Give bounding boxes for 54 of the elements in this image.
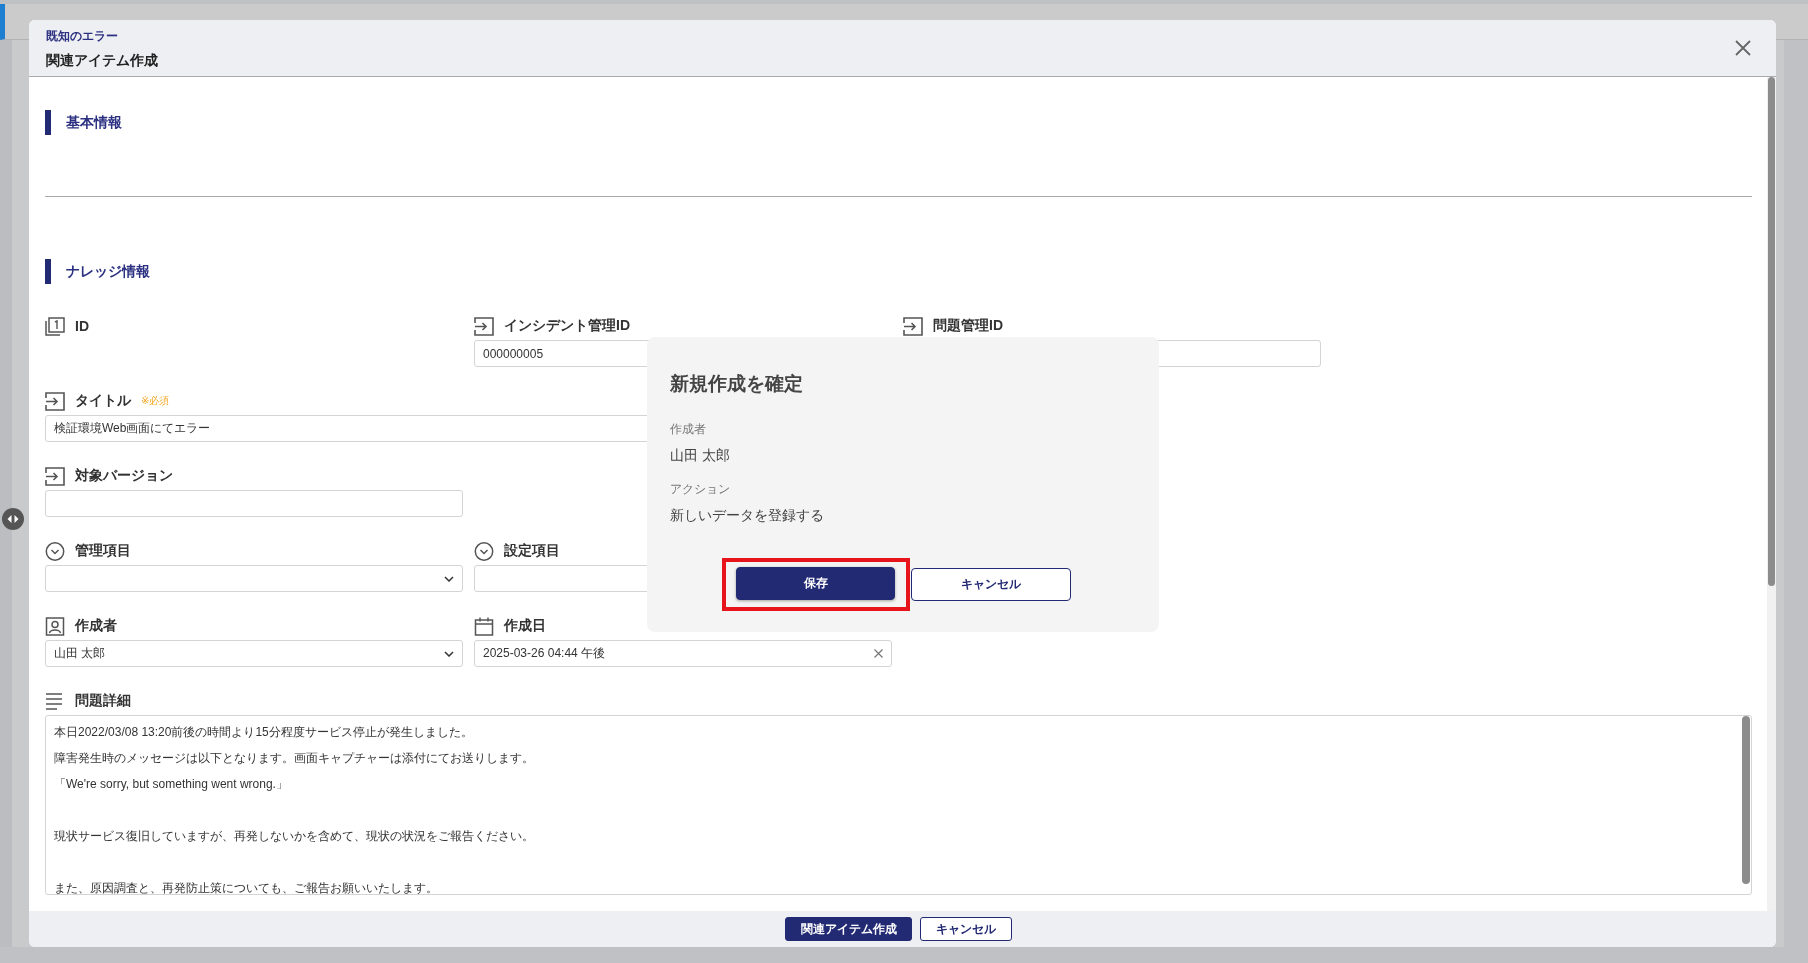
field-label: 問題管理ID (933, 317, 1003, 335)
save-button[interactable]: 保存 (736, 567, 895, 600)
section-title: 基本情報 (66, 113, 122, 132)
chevron-down-icon[interactable] (444, 650, 454, 657)
text-line: 現状サービス復旧していますが、再発しないかを含めて、現状の状況をご報告ください。 (54, 828, 534, 845)
text-line: 「We're sorry, but something went wrong.」 (54, 776, 288, 793)
section-title: ナレッジ情報 (66, 262, 150, 281)
field-label: 対象バージョン (75, 467, 173, 485)
field-label: 作成日 (504, 617, 546, 635)
chevron-circle-icon (474, 541, 494, 561)
dialog-title: 新規作成を確定 (670, 372, 803, 396)
text-line: 本日2022/03/08 13:20前後の時間より15分程度サービス停止が発生しました。 (54, 724, 473, 741)
date-field[interactable]: 2025-03-26 04:44 午後 (474, 640, 892, 667)
breadcrumb: 既知のエラー (46, 28, 118, 45)
text-field[interactable] (45, 490, 463, 517)
cancel-button[interactable]: キャンセル (911, 568, 1071, 601)
field-label: インシデント管理ID (504, 317, 630, 335)
arrow-in-box-icon (45, 391, 65, 411)
field-label: ID (75, 318, 89, 334)
resize-handle-icon[interactable] (2, 508, 24, 530)
text-line: また、原因調査と、再発防止策についても、ご報告お願いいたします。 (54, 880, 438, 894)
scrollbar[interactable] (1767, 77, 1776, 911)
numbered-square-icon (45, 316, 65, 336)
field-label: 作成者 (75, 617, 117, 635)
detail-value: 新しいデータを登録する (670, 506, 824, 525)
chevron-circle-icon (45, 541, 65, 561)
arrow-in-box-icon (45, 466, 65, 486)
field-label: 設定項目 (504, 542, 560, 560)
chevron-down-icon[interactable] (444, 575, 454, 582)
text-line: 障害発生時のメッセージは以下となります。画面キャプチャーは添付にてお送りします。 (54, 750, 534, 767)
clear-icon[interactable] (874, 649, 883, 658)
close-button[interactable] (1735, 40, 1751, 56)
user-portrait-icon (45, 616, 65, 636)
section-marker-icon (45, 110, 51, 135)
required-note: ※必須 (141, 394, 170, 408)
modal-title: 関連アイテム作成 (46, 51, 158, 70)
detail-label: アクション (670, 481, 730, 498)
detail-value: 山田 太郎 (670, 446, 730, 465)
create-button[interactable]: 関連アイテム作成 (785, 917, 912, 941)
field-label: タイトル (75, 392, 131, 410)
calendar-icon (474, 616, 494, 636)
textarea-field[interactable]: 本日2022/03/08 13:20前後の時間より15分程度サービス停止が発生しました。 障害発生時のメッセージは以下となります。画面キャプチャーは添付にてお送りします。 「We're sorry, but something went wrong.」 現状サービス復旧していますが、再発しないかを含めて、現状の状況をご報告ください。 また、原因調査と、再発防止策についても、ご報告お願いいたします。 (45, 715, 1752, 895)
arrow-in-box-icon (474, 316, 494, 336)
cancel-button[interactable]: キャンセル (920, 917, 1012, 941)
scrollbar-thumb[interactable] (1742, 716, 1750, 884)
detail-label: 作成者 (670, 421, 706, 438)
scrollbar-thumb[interactable] (1768, 77, 1775, 586)
text-lines-icon (45, 691, 65, 711)
field-label: 管理項目 (75, 542, 131, 560)
arrow-in-box-icon (903, 316, 923, 336)
section-marker-icon (45, 259, 51, 284)
select-field[interactable] (45, 565, 463, 592)
select-field[interactable]: 山田 太郎 (45, 640, 463, 667)
field-label: 問題詳細 (75, 692, 131, 710)
